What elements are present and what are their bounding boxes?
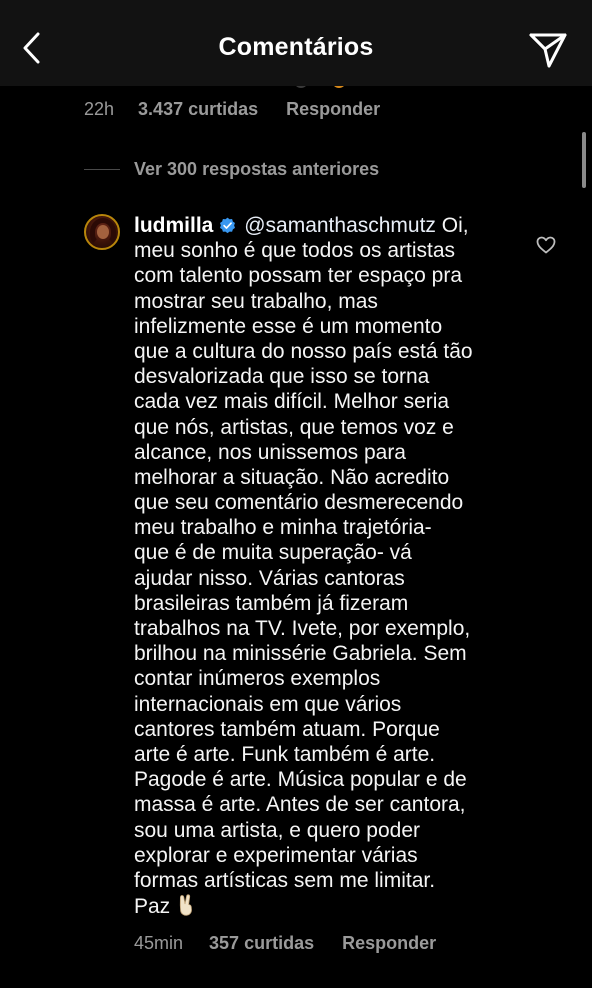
likes-count[interactable]: 357 curtidas [209, 933, 314, 954]
heart-outline-icon [536, 236, 556, 254]
comment-line: que a cultura do nosso país está tão [134, 339, 473, 363]
victory-hand-emoji [180, 894, 193, 916]
comment-line: que nós, artistas, que temos voz e [134, 415, 454, 439]
comment-line: desvalorizada que isso se torna [134, 365, 430, 389]
comment-line: internacionais em que vários [134, 692, 402, 716]
comment-line: cada vez mais difícil. Melhor seria [134, 390, 450, 414]
comment-line: ajudar nisso. Várias cantoras [134, 566, 405, 590]
avatar[interactable] [84, 214, 120, 250]
comment-line: arte é arte. Funk também é arte. [134, 742, 436, 766]
mention-link[interactable]: @samanthaschmutz [244, 214, 436, 237]
comment-time: 22h [84, 99, 115, 119]
comment-line: meu sonho é que todos os artistas [134, 239, 456, 263]
comment-line: infelizmente esse é um momento [134, 314, 443, 338]
comment-line: ludmilla @samanthaschmutz Oi, [134, 213, 506, 238]
comments-screen: Comentários 22h 3.437 curtidas Responder… [0, 0, 592, 988]
divider-line [84, 168, 120, 170]
comment-line: sou uma artista, e quero poder [134, 818, 421, 842]
reply-button[interactable]: Responder [342, 933, 436, 954]
comment-line: meu trabalho e minha trajetória- [134, 516, 432, 540]
comment-line: contar inúmeros exemplos [134, 667, 381, 691]
header-bar: Comentários [0, 0, 592, 86]
comment-time: 45min [134, 933, 184, 953]
comment-line: que é de muita superação- vá [134, 541, 412, 565]
comment-line-last: Paz [134, 893, 506, 918]
page-title: Comentários [218, 33, 374, 61]
view-previous-replies[interactable]: Ver 300 respostas anteriores [84, 156, 379, 182]
comment-line: Pagode é arte. Música popular e de [134, 768, 467, 792]
comment-text: Paz [134, 895, 171, 919]
reply-button[interactable]: Responder [286, 99, 380, 120]
comment-line: alcance, nos unissemos para [134, 440, 406, 464]
view-previous-replies-label: Ver 300 respostas anteriores [134, 158, 380, 179]
comment-line: brilhou na minissérie Gabriela. Sem [134, 642, 467, 666]
comment-meta: 45min 357 curtidas Responder [134, 933, 436, 954]
comment-username[interactable]: ludmilla [134, 214, 213, 237]
comment-line: que seu comentário desmerecendo [134, 491, 464, 515]
comment-line: com talento possam ter espaço pra [134, 264, 463, 288]
paper-plane-icon [529, 33, 567, 68]
share-button[interactable] [524, 28, 572, 72]
like-button[interactable] [535, 234, 557, 256]
comment-line: explorar e experimentar várias [134, 843, 418, 867]
comment-line: trabalhos na TV. Ivete, por exemplo, [134, 617, 471, 640]
comment-line: mostrar seu trabalho, mas [134, 289, 378, 313]
comment-line: melhorar a situação. Não acredito [134, 465, 450, 489]
comment-line: brasileiras também já fizeram [134, 591, 409, 615]
comment-line: formas artísticas sem me limitar. [134, 868, 436, 892]
comment-line: massa é arte. Antes de ser cantora, [134, 793, 466, 817]
comment-line: cantores também atuam. Porque [134, 717, 440, 741]
comment-text: Oi, [435, 214, 469, 237]
likes-count[interactable]: 3.437 curtidas [138, 99, 258, 120]
comment-body: ludmilla @samanthaschmutz Oi, meu sonho … [134, 213, 506, 918]
verified-badge-icon [220, 217, 236, 234]
scrollbar[interactable] [582, 132, 586, 188]
parent-comment-meta: 22h 3.437 curtidas Responder [84, 99, 380, 120]
